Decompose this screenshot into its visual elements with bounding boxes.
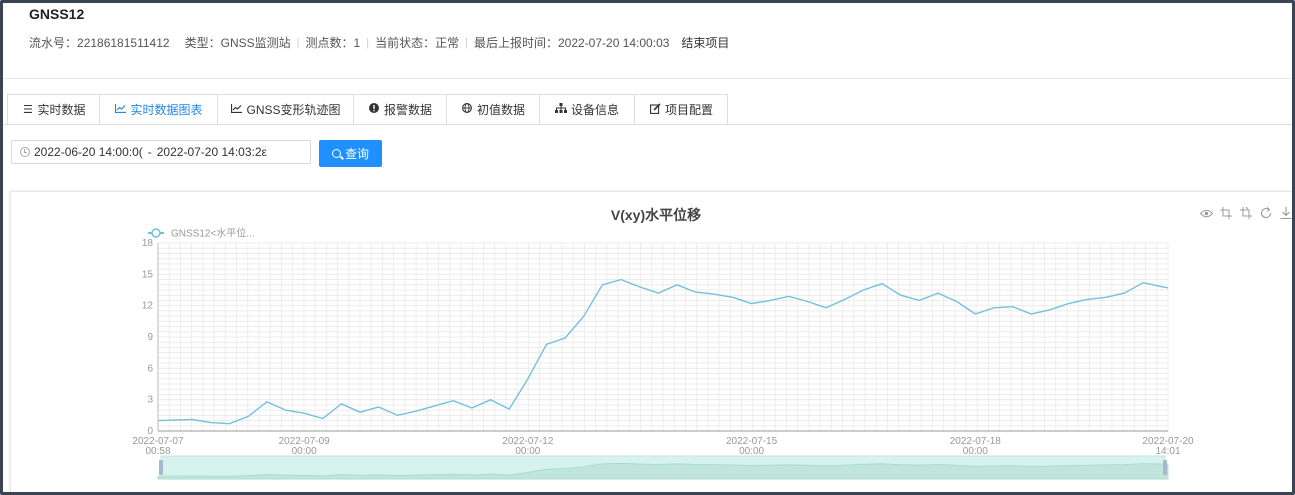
legend-marker-icon xyxy=(151,228,161,238)
y-tick-label: 12 xyxy=(142,301,154,312)
data-zoom-handle[interactable] xyxy=(1163,460,1167,475)
x-tick-label: 14:01 xyxy=(1155,446,1180,457)
y-tick-label: 15 xyxy=(142,269,154,280)
x-tick-label: 00:00 xyxy=(292,446,317,457)
data-zoom-handle[interactable] xyxy=(159,460,163,475)
line-chart: 03691215182022-07-0700:582022-07-0900:00… xyxy=(132,227,1194,480)
x-tick-label: 00:00 xyxy=(739,446,764,457)
y-tick-label: 9 xyxy=(147,332,153,343)
y-tick-label: 3 xyxy=(147,395,153,406)
legend-label: GNSS12<水平位... xyxy=(171,227,255,240)
x-tick-label: 00:00 xyxy=(963,446,988,457)
y-tick-label: 18 xyxy=(142,238,154,249)
y-tick-label: 6 xyxy=(147,363,153,374)
x-tick-label: 00:58 xyxy=(145,446,170,457)
x-tick-label: 00:00 xyxy=(515,446,540,457)
app-window: GNSS12 流水号： 22186181511412 类型： GNSS监测站 |… xyxy=(0,0,1295,495)
